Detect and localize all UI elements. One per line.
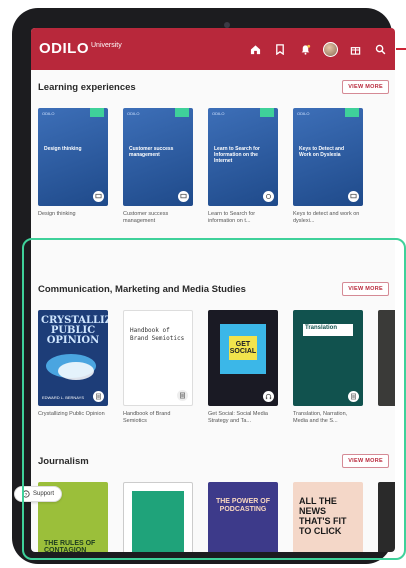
card-caption: Translation, Narration, Media and the S.…: [293, 411, 348, 424]
odilo-logo[interactable]: ODILO University: [39, 41, 122, 57]
book-cover: GET SOCIAL: [208, 310, 278, 406]
logo-text: ODILO: [39, 40, 89, 57]
annotation-pointer: [396, 48, 406, 50]
course-type-icon: [263, 191, 274, 202]
gift-box-icon[interactable]: [346, 40, 364, 58]
book-cover: [378, 482, 395, 552]
card-caption: Crystallizing Public Opinion: [38, 411, 105, 417]
cover-tag: [90, 108, 104, 117]
cover-title: ALL THE NEWS THAT'S FIT TO CLICK: [299, 496, 347, 536]
cover-tag: [260, 108, 274, 117]
help-icon: ?: [22, 490, 30, 498]
card-caption: Learn to Search for information on t...: [208, 211, 256, 224]
avatar: [322, 41, 338, 57]
home-icon[interactable]: [246, 40, 264, 58]
cover-title: Handbook of Brand Semiotics: [130, 327, 185, 342]
app-screen: ODILO University Learning experiences VI…: [31, 28, 395, 552]
cover-art: [58, 362, 94, 380]
cover-title: GET SOCIAL: [229, 336, 257, 360]
book-card[interactable]: ALL THE NEWS THAT'S FIT TO CLICK: [293, 482, 363, 552]
section-header-journalism: Journalism VIEW MORE: [38, 454, 389, 468]
journalism-row: THE RULES OF CONTAGION THE POWER OF PODC…: [38, 482, 395, 552]
course-type-icon: [178, 191, 189, 202]
course-type-icon: [93, 191, 104, 202]
course-cover: ODILO Learn to Search for Information on…: [208, 108, 278, 206]
course-card[interactable]: ODILO Design thinking Design thinking: [38, 108, 108, 225]
course-cover: ODILO Keys to Detect and Work on Dyslexi…: [293, 108, 363, 206]
book-card[interactable]: THE POWER OF PODCASTING: [208, 482, 278, 552]
cover-brand: ODILO: [297, 111, 310, 116]
book-card[interactable]: Handbook of Brand Semiotics Handbook of …: [123, 310, 193, 425]
cover-title: Keys to Detect and Work on Dyslexia: [299, 146, 345, 158]
book-cover: THE POWER OF PODCASTING: [208, 482, 278, 552]
cover-brand: ODILO: [212, 111, 225, 116]
view-more-button[interactable]: VIEW MORE: [342, 282, 389, 296]
book-type-icon: [93, 391, 104, 402]
course-card[interactable]: ODILO Customer success management Custom…: [123, 108, 193, 225]
notification-bell-icon[interactable]: [296, 40, 314, 58]
cover-tag: [175, 108, 189, 117]
section-title: Communication, Marketing and Media Studi…: [38, 283, 246, 295]
course-card[interactable]: ODILO Learn to Search for Information on…: [208, 108, 278, 225]
header-nav: [239, 40, 389, 58]
section-title: Learning experiences: [38, 81, 136, 93]
book-cover: Handbook of Brand Semiotics: [123, 310, 193, 406]
section-title: Journalism: [38, 455, 89, 467]
course-type-icon: [348, 191, 359, 202]
support-label: Support: [33, 491, 55, 497]
communication-row: CRYSTALLIZING PUBLIC OPINION EDWARD L. B…: [38, 310, 395, 425]
support-button[interactable]: ? Support: [14, 486, 63, 502]
card-caption: Customer success management: [123, 211, 169, 224]
book-card-partial[interactable]: [378, 482, 395, 552]
cover-title: THE POWER OF PODCASTING: [215, 498, 271, 513]
book-cover: Translation: [293, 310, 363, 406]
bookmark-icon[interactable]: [271, 40, 289, 58]
cover-title: Learn to Search for Information on the I…: [214, 146, 260, 164]
book-card[interactable]: [123, 482, 193, 552]
headphones-icon: [263, 391, 274, 402]
main-content: Learning experiences VIEW MORE ODILO Des…: [31, 70, 395, 552]
cover-title: Design thinking: [44, 146, 82, 152]
book-cover: CRYSTALLIZING PUBLIC OPINION EDWARD L. B…: [38, 310, 108, 406]
cover-title: Customer success management: [129, 146, 174, 158]
course-cover: ODILO Customer success management: [123, 108, 193, 206]
book-cover: [378, 310, 395, 406]
card-caption: Design thinking: [38, 211, 76, 217]
book-card[interactable]: CRYSTALLIZING PUBLIC OPINION EDWARD L. B…: [38, 310, 108, 425]
app-header: ODILO University: [31, 28, 395, 70]
view-more-button[interactable]: VIEW MORE: [342, 454, 389, 468]
course-card[interactable]: ODILO Keys to Detect and Work on Dyslexi…: [293, 108, 363, 225]
user-avatar-button[interactable]: [321, 40, 339, 58]
card-caption: Handbook of Brand Semiotics: [123, 411, 171, 424]
cover-title: CRYSTALLIZING PUBLIC OPINION: [41, 315, 108, 346]
cover-title: Translation: [305, 325, 338, 331]
card-caption: Keys to detect and work on dyslexi...: [293, 211, 360, 224]
book-cover: ALL THE NEWS THAT'S FIT TO CLICK: [293, 482, 363, 552]
cover-brand: ODILO: [127, 111, 140, 116]
section-header-learning: Learning experiences VIEW MORE: [38, 80, 389, 94]
book-type-icon: [348, 391, 359, 402]
search-icon[interactable]: [371, 40, 389, 58]
book-card[interactable]: Translation Translation, Narration, Medi…: [293, 310, 363, 425]
cover-brand: ODILO: [42, 111, 55, 116]
book-card-partial[interactable]: [378, 310, 395, 425]
book-card[interactable]: GET SOCIAL Get Social: Social Media Stra…: [208, 310, 278, 425]
card-caption: Get Social: Social Media Strategy and Ta…: [208, 411, 268, 424]
section-header-communication: Communication, Marketing and Media Studi…: [38, 282, 389, 296]
cover-author: EDWARD L. BERNAYS: [42, 395, 85, 400]
cover-art: [132, 491, 184, 552]
course-cover: ODILO Design thinking: [38, 108, 108, 206]
learning-row: ODILO Design thinking Design thinking OD…: [38, 108, 378, 225]
logo-subtitle: University: [91, 42, 122, 49]
svg-text:?: ?: [25, 492, 28, 498]
book-cover: [123, 482, 193, 552]
view-more-button[interactable]: VIEW MORE: [342, 80, 389, 94]
book-type-icon: [177, 390, 188, 401]
cover-title: THE RULES OF CONTAGION: [44, 540, 96, 552]
cover-tag: [345, 108, 359, 117]
